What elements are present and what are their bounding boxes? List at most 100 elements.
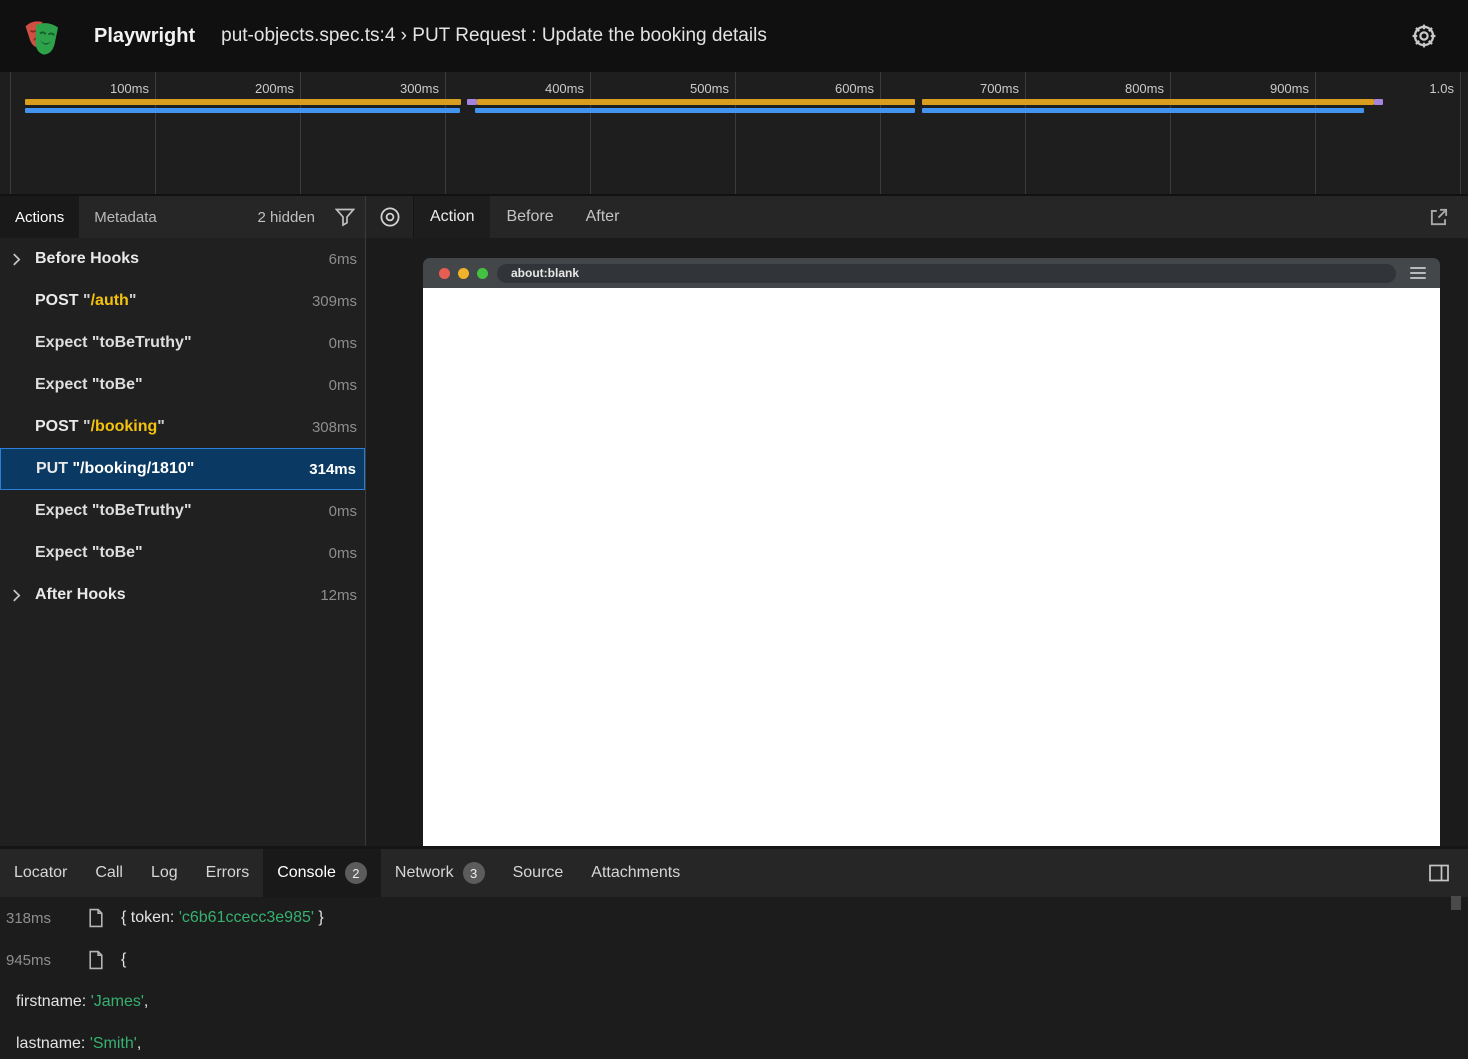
open-external-icon[interactable]	[1418, 196, 1460, 238]
action-title: Expect "toBeTruthy"	[35, 502, 192, 519]
action-title: Expect "toBe"	[35, 544, 143, 561]
action-row[interactable]: Expect "toBeTruthy" 0ms	[0, 322, 365, 364]
traffic-red-icon	[439, 267, 450, 279]
traffic-green-icon	[477, 267, 488, 279]
timeline-gridline	[1170, 72, 1171, 194]
tab-action[interactable]: Action	[414, 196, 491, 238]
tab-label: Source	[512, 864, 564, 881]
tab-source[interactable]: Source	[499, 849, 578, 897]
action-title: Before Hooks	[35, 250, 140, 267]
action-row[interactable]: Expect "toBe" 0ms	[0, 532, 365, 574]
actions-sidebar: Actions Metadata 2 hidden Before Hooks 6m…	[0, 196, 366, 846]
settings-gear-icon[interactable]	[1400, 22, 1448, 50]
tab-metadata[interactable]: Metadata	[79, 196, 172, 238]
pick-locator-icon[interactable]	[366, 196, 414, 238]
action-row[interactable]: Expect "toBe" 0ms	[0, 364, 365, 406]
timeline-tick-label: 100ms	[109, 81, 149, 96]
action-row[interactable]: Expect "toBeTruthy" 0ms	[0, 490, 365, 532]
snapshot-tabstrip: Action Before After	[366, 196, 1468, 238]
timeline-gridline	[445, 72, 446, 194]
timeline-gridline	[10, 72, 11, 194]
console-timestamp: 318ms	[6, 909, 52, 927]
tab-actions[interactable]: Actions	[0, 196, 80, 238]
console-message: lastname: 'Smith',	[16, 1035, 142, 1052]
action-duration: 6ms	[328, 250, 357, 268]
tab-label: Locator	[14, 864, 68, 881]
console-count-badge: 2	[344, 862, 367, 884]
tab-label: Log	[150, 864, 178, 881]
address-bar: about:blank	[497, 263, 1396, 283]
filter-icon[interactable]	[325, 196, 365, 238]
timeline-gridline	[155, 72, 156, 194]
tab-before[interactable]: Before	[490, 196, 569, 238]
action-row[interactable]: Before Hooks 6ms	[0, 238, 365, 280]
console-message: firstname: 'James',	[16, 993, 149, 1010]
tab-errors[interactable]: Errors	[192, 849, 264, 897]
snapshot-panel: Action Before After about:blank	[366, 196, 1468, 846]
breadcrumb: put-objects.spec.ts:4 › PUT Request : Up…	[221, 25, 767, 46]
tab-attachments[interactable]: Attachments	[577, 849, 694, 897]
timeline-tick-label: 400ms	[544, 81, 584, 96]
action-title: After Hooks	[35, 586, 126, 603]
timeline-action-bar-segment	[475, 108, 915, 113]
traffic-yellow-icon	[458, 267, 469, 279]
action-row[interactable]: POST "/auth" 309ms	[0, 280, 365, 322]
action-duration: 308ms	[311, 418, 357, 436]
timeline-network-bar-segment	[1374, 99, 1384, 105]
snapshot-area: about:blank	[366, 238, 1468, 846]
document-icon	[88, 908, 104, 928]
action-duration: 12ms	[320, 586, 357, 604]
action-title: PUT "/booking/1810"	[36, 460, 195, 477]
console-entry: 945ms {	[0, 939, 1468, 981]
console-output: 318ms { token: 'c6b61ccecc3e985' } 945ms { f…	[0, 897, 1468, 1059]
action-title: POST "/booking"	[35, 418, 165, 435]
action-title: Expect "toBe"	[35, 376, 143, 393]
scrollbar-thumb[interactable]	[1451, 896, 1461, 910]
tab-console[interactable]: Console 2	[263, 849, 381, 897]
tab-after[interactable]: After	[570, 196, 636, 238]
snapshot-page	[423, 288, 1440, 846]
header-bar: Playwright put-objects.spec.ts:4 › PUT R…	[0, 0, 1468, 72]
action-duration: 0ms	[328, 376, 357, 394]
action-row[interactable]: PUT "/booking/1810" 314ms	[0, 448, 365, 490]
action-duration: 314ms	[309, 460, 356, 478]
console-entry: lastname: 'Smith',	[0, 1023, 1468, 1059]
sidebar-tabstrip: Actions Metadata 2 hidden	[0, 196, 365, 238]
timeline-gridline	[300, 72, 301, 194]
playwright-trace-viewer: Playwright put-objects.spec.ts:4 › PUT R…	[0, 0, 1468, 1059]
actions-list: Before Hooks 6ms POST "/auth" 309ms Expect "…	[0, 238, 365, 616]
tab-label: Call	[95, 864, 123, 881]
action-title: POST "/auth"	[35, 292, 137, 309]
tab-locator[interactable]: Locator	[0, 849, 81, 897]
timeline-network-bar-segment	[466, 99, 477, 105]
action-title: Expect "toBeTruthy"	[35, 334, 192, 351]
console-entry: firstname: 'James',	[0, 981, 1468, 1023]
details-tabstrip: Locator Call Log Errors Console 2 Network 3 Sour…	[0, 849, 1468, 897]
action-row[interactable]: After Hooks 12ms	[0, 574, 365, 616]
tab-network[interactable]: Network 3	[381, 849, 499, 897]
timeline-gridline	[735, 72, 736, 194]
menu-hamburger-icon	[1396, 267, 1440, 279]
action-row[interactable]: POST "/booking" 308ms	[0, 406, 365, 448]
timeline-tick-label: 1.0s	[1429, 81, 1454, 96]
timeline-action-bar-segment	[922, 108, 1365, 113]
timeline-tick-label: 700ms	[979, 81, 1019, 96]
timeline-action-bar-segment	[24, 108, 460, 113]
timeline-tick-label: 300ms	[399, 81, 439, 96]
console-entry: 318ms { token: 'c6b61ccecc3e985' }	[0, 897, 1468, 939]
timeline-network-bar-segment	[922, 99, 1375, 105]
timeline-tick-label: 600ms	[834, 81, 874, 96]
tab-call[interactable]: Call	[81, 849, 137, 897]
action-duration: 0ms	[328, 334, 357, 352]
playwright-logo-icon	[24, 15, 66, 57]
split-view-icon[interactable]	[1418, 849, 1460, 897]
timeline-scrubber[interactable]: 100ms 200ms 300ms 400ms 500ms 600ms 700ms 800ms…	[0, 72, 1468, 196]
tab-log[interactable]: Log	[137, 849, 192, 897]
tab-label: Network	[394, 864, 454, 881]
action-duration: 309ms	[311, 292, 357, 310]
details-tabs: Locator Call Log Errors Console 2 Network 3 Sour…	[0, 849, 694, 897]
chevron-right-icon	[12, 588, 35, 602]
action-duration: 0ms	[328, 544, 357, 562]
